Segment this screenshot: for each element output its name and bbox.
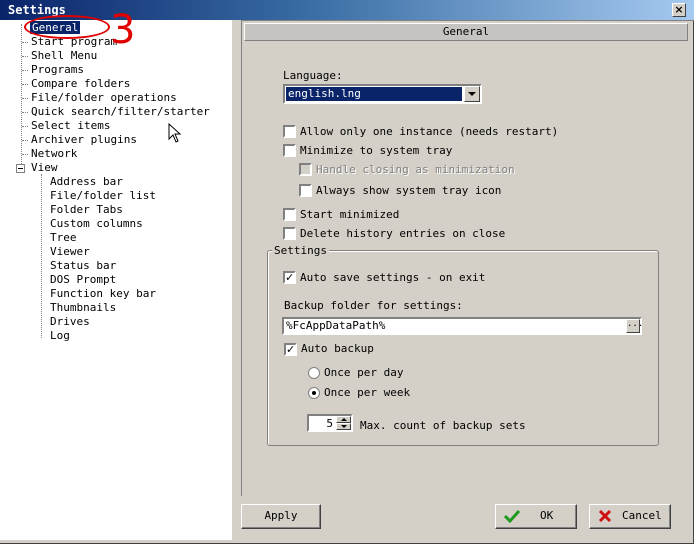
- annotation-circle: [24, 15, 110, 39]
- panel-header: General: [244, 23, 688, 41]
- settings-tree[interactable]: General Start program Shell Menu Program…: [0, 20, 232, 540]
- handle-closing-checkbox: [299, 163, 312, 176]
- ok-button[interactable]: OK: [495, 504, 577, 529]
- cancel-x-icon: [598, 509, 612, 523]
- tree-item-file-folder-list[interactable]: File/folder list: [50, 189, 156, 203]
- mouse-cursor-icon: [168, 123, 182, 143]
- tree-item-compare-folders[interactable]: Compare folders: [31, 77, 130, 91]
- annotation-number: 3: [110, 7, 136, 53]
- tree-item-tree[interactable]: Tree: [50, 231, 77, 245]
- tree-item-thumbnails[interactable]: Thumbnails: [50, 301, 116, 315]
- browse-button[interactable]: ...: [626, 319, 643, 333]
- auto-save-checkbox[interactable]: ✓: [283, 271, 296, 284]
- tree-item-programs[interactable]: Programs: [31, 63, 84, 77]
- title-bar[interactable]: Settings ×: [0, 0, 694, 20]
- language-value: english.lng: [286, 87, 462, 101]
- cancel-button[interactable]: Cancel: [589, 504, 671, 529]
- minimize-to-tray-checkbox[interactable]: [283, 144, 296, 157]
- once-per-week-radio[interactable]: [308, 387, 320, 399]
- language-select[interactable]: english.lng: [283, 84, 482, 104]
- close-button[interactable]: ×: [672, 3, 686, 17]
- tree-item-select-items[interactable]: Select items: [31, 119, 110, 133]
- once-per-day-radio[interactable]: [308, 367, 320, 379]
- once-per-week-label: Once per week: [324, 386, 411, 399]
- always-tray-icon-label: Always show system tray icon: [316, 184, 502, 197]
- tree-item-drives[interactable]: Drives: [50, 315, 90, 329]
- tree-item-quick-search[interactable]: Quick search/filter/starter: [31, 105, 210, 119]
- tree-item-viewer[interactable]: Viewer: [50, 245, 90, 259]
- apply-button[interactable]: Apply: [241, 504, 321, 529]
- spin-up-icon[interactable]: [336, 416, 351, 423]
- dropdown-arrow-icon[interactable]: [464, 86, 480, 102]
- apply-label: Apply: [264, 509, 298, 522]
- spin-down-icon[interactable]: [336, 423, 351, 430]
- language-label: Language:: [283, 69, 343, 82]
- auto-backup-label: Auto backup: [301, 342, 374, 355]
- tree-item-folder-tabs[interactable]: Folder Tabs: [50, 203, 123, 217]
- tree-item-address-bar[interactable]: Address bar: [50, 175, 123, 189]
- tree-item-view[interactable]: View: [31, 161, 58, 175]
- single-instance-label: Allow only one instance (needs restart): [300, 125, 559, 138]
- max-backups-value: 5: [326, 417, 333, 430]
- ok-label: OK: [540, 509, 554, 522]
- once-per-day-label: Once per day: [324, 366, 404, 379]
- tree-guide-line: [41, 174, 42, 338]
- tree-item-status-bar[interactable]: Status bar: [50, 259, 116, 273]
- start-minimized-checkbox[interactable]: [283, 208, 296, 221]
- tree-guide-line: [21, 24, 22, 168]
- collapse-toggle-icon[interactable]: [16, 164, 25, 173]
- backup-folder-value: %FcAppDataPath%: [286, 319, 386, 332]
- tree-item-shell-menu[interactable]: Shell Menu: [31, 49, 97, 63]
- backup-folder-input[interactable]: %FcAppDataPath% ...: [282, 317, 643, 335]
- tree-item-network[interactable]: Network: [31, 147, 77, 161]
- auto-backup-checkbox[interactable]: ✓: [284, 343, 297, 356]
- delete-history-label: Delete history entries on close: [300, 227, 506, 240]
- tree-item-custom-columns[interactable]: Custom columns: [50, 217, 143, 231]
- max-backups-spinner[interactable]: 5: [307, 414, 353, 432]
- settings-group-legend: Settings: [272, 244, 329, 257]
- always-tray-icon-checkbox[interactable]: [299, 184, 312, 197]
- tree-item-function-key-bar[interactable]: Function key bar: [50, 287, 156, 301]
- checkmark-icon: [504, 509, 520, 523]
- start-minimized-label: Start minimized: [300, 208, 400, 221]
- backup-folder-label: Backup folder for settings:: [284, 299, 463, 312]
- tree-item-file-folder-operations[interactable]: File/folder operations: [31, 91, 177, 105]
- tree-item-dos-prompt[interactable]: DOS Prompt: [50, 273, 116, 287]
- cancel-label: Cancel: [622, 509, 662, 522]
- handle-closing-label: Handle closing as minimization: [316, 163, 515, 176]
- tree-item-archiver-plugins[interactable]: Archiver plugins: [31, 133, 137, 147]
- auto-save-label: Auto save settings - on exit: [300, 271, 486, 284]
- minimize-to-tray-label: Minimize to system tray: [300, 144, 453, 157]
- max-backups-label: Max. count of backup sets: [360, 419, 526, 432]
- tree-item-log[interactable]: Log: [50, 329, 70, 343]
- single-instance-checkbox[interactable]: [283, 125, 296, 138]
- settings-window: Settings × General Start program Shell M…: [0, 0, 694, 544]
- delete-history-checkbox[interactable]: [283, 227, 296, 240]
